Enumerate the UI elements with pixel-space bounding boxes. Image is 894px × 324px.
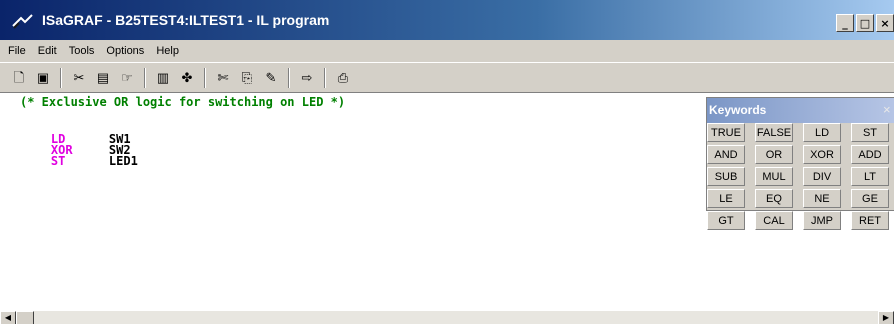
menu-file[interactable]: File xyxy=(8,45,26,57)
menu-help[interactable]: Help xyxy=(156,45,179,57)
toolbar-separator xyxy=(60,67,62,88)
toolbar-separator xyxy=(288,67,290,88)
verify-icon[interactable]: ▤ xyxy=(92,67,114,89)
code-comment: (* Exclusive OR logic for switching on L… xyxy=(20,95,346,109)
save-icon[interactable]: ▣ xyxy=(32,67,54,89)
il-operand: LED1 xyxy=(108,154,138,168)
pointer-icon[interactable]: ☞ xyxy=(116,67,138,89)
copy-icon[interactable]: ⎘ xyxy=(236,67,258,89)
code-line: ST LED1 xyxy=(22,145,138,167)
keyword-button[interactable]: EQ xyxy=(755,189,793,208)
scroll-left-arrow-icon[interactable]: ◀ xyxy=(0,311,16,324)
toolbar: 🗋 ▣ ✂ ▤ ☞ ▥ ✤ ✄ ⎘ ✎ ⇨ ⎙ xyxy=(0,62,894,92)
code-line: XOR SW2 xyxy=(22,134,131,156)
settings-icon[interactable]: ✤ xyxy=(176,67,198,89)
new-document-icon[interactable]: 🗋 xyxy=(8,67,30,89)
toolbar-separator xyxy=(324,67,326,88)
keyword-button[interactable]: LT xyxy=(851,167,889,186)
keyword-button[interactable]: XOR xyxy=(803,145,841,164)
paste-icon[interactable]: ✎ xyxy=(260,67,282,89)
window-controls: _ □ × xyxy=(836,14,894,32)
keyword-button[interactable]: JMP xyxy=(803,211,841,230)
keyword-button[interactable]: MUL xyxy=(755,167,793,186)
keyword-button[interactable]: OR xyxy=(755,145,793,164)
horizontal-scrollbar[interactable]: ◀ ▶ xyxy=(0,310,894,324)
title-bar: ISaGRAF - B25TEST4:ILTEST1 - IL program … xyxy=(0,0,894,40)
window-title: ISaGRAF - B25TEST4:ILTEST1 - IL program xyxy=(42,12,330,28)
export-icon[interactable]: ⇨ xyxy=(296,67,318,89)
print-icon[interactable]: ⎙ xyxy=(332,67,354,89)
scissors-icon[interactable]: ✄ xyxy=(212,67,234,89)
keyword-button[interactable]: RET xyxy=(851,211,889,230)
toolbar-separator xyxy=(144,67,146,88)
scroll-right-arrow-icon[interactable]: ▶ xyxy=(878,311,894,324)
keywords-palette: Keywords × TRUE FALSE LD ST AND OR XOR ADD SUB MU… xyxy=(706,97,894,230)
maximize-button[interactable]: □ xyxy=(856,14,874,32)
keyword-button[interactable]: TRUE xyxy=(707,123,745,142)
keyword-button[interactable]: FALSE xyxy=(755,123,793,142)
keyword-button[interactable]: NE xyxy=(803,189,841,208)
cut-icon[interactable]: ✂ xyxy=(68,67,90,89)
keyword-button[interactable]: ST xyxy=(851,123,889,142)
scrollbar-thumb[interactable] xyxy=(16,311,34,324)
dictionary-icon[interactable]: ▥ xyxy=(152,67,174,89)
il-operator: ST xyxy=(50,154,66,168)
code-line: LD SW1 xyxy=(22,123,131,145)
keyword-button[interactable]: ADD xyxy=(851,145,889,164)
menu-tools[interactable]: Tools xyxy=(69,45,95,57)
keyword-button[interactable]: SUB xyxy=(707,167,745,186)
keywords-title: Keywords xyxy=(709,103,767,117)
keyword-button[interactable]: GT xyxy=(707,211,745,230)
minimize-button[interactable]: _ xyxy=(836,14,854,32)
menu-bar: File Edit Tools Options Help xyxy=(0,40,894,62)
keyword-button[interactable]: DIV xyxy=(803,167,841,186)
keywords-close-icon[interactable]: × xyxy=(883,102,891,117)
keyword-button[interactable]: GE xyxy=(851,189,889,208)
close-button[interactable]: × xyxy=(876,14,894,32)
toolbar-separator xyxy=(204,67,206,88)
keyword-button[interactable]: LD xyxy=(803,123,841,142)
menu-options[interactable]: Options xyxy=(106,45,144,57)
keyword-button[interactable]: CAL xyxy=(755,211,793,230)
keyword-button[interactable]: AND xyxy=(707,145,745,164)
menu-edit[interactable]: Edit xyxy=(38,45,57,57)
isagraf-app-icon xyxy=(12,14,33,29)
keywords-titlebar[interactable]: Keywords × xyxy=(707,98,894,123)
keyword-button[interactable]: LE xyxy=(707,189,745,208)
